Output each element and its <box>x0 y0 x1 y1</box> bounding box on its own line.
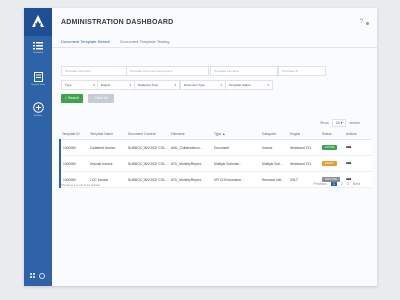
table-row[interactable]: 1000060 Collateral Invoice SUBDOC_INVOIC… <box>59 139 372 156</box>
cell-filename: ATU_MonthlyReport... <box>169 155 212 172</box>
column-header[interactable]: Filename <box>169 129 212 140</box>
page-size-select[interactable]: 10 ▾ <box>331 119 347 127</box>
tab-divider <box>52 47 377 48</box>
cell-template-name: Deposit Invoice <box>88 155 126 172</box>
page-link[interactable]: 3 <box>347 182 349 186</box>
show-label: Show <box>320 121 329 125</box>
list-icon <box>33 42 43 50</box>
page-title: ADMINISTRATION DASHBOARD <box>61 19 174 26</box>
help-icon[interactable]: ? <box>360 19 363 25</box>
chevron-down-icon: ▾ <box>93 83 95 87</box>
cell-status: DRAFT <box>320 155 344 172</box>
template-filename-input[interactable]: Template Filename <box>210 66 278 76</box>
table-header-row: Template ID Template Name Document Conte… <box>60 129 372 140</box>
cell-engine: Windward V11 <box>288 155 320 172</box>
page-size-value: 10 <box>335 121 340 125</box>
cell-document-content: SUBDOC_INVOICE COL... <box>126 139 169 156</box>
status-badge: ACTIVE <box>322 145 338 150</box>
search-button[interactable]: ⌕Search <box>61 94 83 103</box>
template-status-select-value: Template Status <box>229 83 251 87</box>
status-badge: DRAFT <box>322 161 337 166</box>
column-header[interactable]: Template ID <box>60 129 88 140</box>
page-link[interactable]: 2 <box>341 182 343 186</box>
cell-document-content: SUBDOC_INVOICE COL... <box>126 155 169 172</box>
search-icon: ⌕ <box>64 96 67 100</box>
cell-document-content: SUBDOC_INVOICE COL... <box>126 171 169 188</box>
chevron-down-icon: ▾ <box>220 83 222 87</box>
column-header[interactable]: Datapoint <box>260 129 288 140</box>
sidebar: Dashboard Template Tester Add New <box>24 8 52 286</box>
template-status-select[interactable]: Template Status ▾ <box>225 80 273 90</box>
template-id-version-input[interactable]: Template Id/Version <box>61 66 127 76</box>
datapoint-type-select-value: Datapoint Type <box>138 83 159 87</box>
template-description-input[interactable]: Template Document Description <box>126 66 209 76</box>
engine-select[interactable]: Engine ▾ <box>97 80 135 90</box>
type-select[interactable]: Type ▾ <box>61 80 99 90</box>
datapoint-type-select[interactable]: Datapoint Type ▾ <box>134 80 180 90</box>
column-header-sorted[interactable]: Type ▲ <box>212 129 260 140</box>
gear-icon[interactable] <box>39 273 45 279</box>
sidebar-item-template-tester[interactable]: Template Tester <box>24 72 52 87</box>
sidebar-item-add-new[interactable]: Add New <box>24 102 52 118</box>
cell-datapoint: Renewal Lett... <box>260 171 288 188</box>
logo-icon <box>32 15 44 27</box>
user-avatar-icon[interactable] <box>366 22 369 25</box>
app-window: Dashboard Template Tester Add New ADMINI… <box>24 8 377 286</box>
page-link-current[interactable]: 1 <box>330 182 337 186</box>
cell-template-name: Collateral Invoice <box>88 139 126 156</box>
column-header[interactable]: Document Content <box>126 129 169 140</box>
page-size-control: Show 10 ▾ entries <box>320 119 360 127</box>
cell-actions: ••• <box>344 139 372 156</box>
more-actions-icon[interactable]: ••• <box>346 161 351 167</box>
cell-actions: ••• <box>344 155 372 172</box>
cell-template-id: 1000060 <box>59 139 88 156</box>
cell-type: Document <box>212 139 260 156</box>
column-header: Actions <box>344 129 372 140</box>
chevron-down-icon: ▾ <box>129 83 131 87</box>
main-content: ADMINISTRATION DASHBOARD ? Document Temp… <box>52 8 377 286</box>
table-row[interactable]: 1000060 Deposit Invoice SUBDOC_INVOICE C… <box>59 155 372 172</box>
cell-type: VFI Gl Endorseme... <box>212 171 260 188</box>
add-icon <box>32 102 44 113</box>
chevron-down-icon: ▾ <box>267 83 269 87</box>
cell-filename: AML_CollateralInvo... <box>169 139 212 156</box>
document-type-select[interactable]: Document Type ▾ <box>180 80 226 90</box>
entries-label: entries <box>349 121 360 125</box>
cell-engine: Windward V11 <box>288 139 320 156</box>
apps-grid-icon[interactable] <box>30 273 35 278</box>
engine-select-value: Engine <box>101 83 111 87</box>
logo[interactable] <box>24 8 52 36</box>
sidebar-item-label: Dashboard <box>33 52 43 54</box>
chevron-down-icon: ▾ <box>174 83 176 87</box>
previous-page-link[interactable]: Previous <box>313 182 327 186</box>
template-id-input[interactable]: Template ID <box>278 66 326 76</box>
pagination: Previous 1 2 3 Next <box>313 182 360 186</box>
sidebar-item-dashboard[interactable]: Dashboard <box>24 42 52 55</box>
cell-datapoint: Multiple Sub... <box>260 155 288 172</box>
cell-datapoint: Invoice <box>260 139 288 156</box>
column-header-label: Type <box>214 132 222 136</box>
sort-ascending-icon: ▲ <box>222 132 226 136</box>
clear-all-button[interactable]: Clear All <box>88 94 114 103</box>
more-actions-icon[interactable]: ••• <box>346 145 351 151</box>
entries-summary: Showing 1 to 10 of 12 entries <box>61 183 100 187</box>
document-type-select-value: Document Type <box>184 83 205 87</box>
cell-filename: ATU_MonthlyReport... <box>169 171 212 188</box>
column-header[interactable]: Status <box>320 129 344 140</box>
column-header[interactable]: Engine <box>288 129 320 140</box>
templates-table: Template ID Template Name Document Conte… <box>59 129 372 188</box>
type-select-value: Type <box>65 83 72 87</box>
cell-type: Multiple Submiss... <box>212 155 260 172</box>
cell-status: ACTIVE <box>320 139 344 156</box>
search-button-label: Search <box>67 96 80 100</box>
sidebar-item-label: Add New <box>33 115 43 117</box>
column-header[interactable]: Template Name <box>88 129 126 140</box>
cell-template-id: 1000060 <box>59 155 88 172</box>
next-page-link[interactable]: Next <box>353 182 360 186</box>
template-icon <box>33 72 43 82</box>
sidebar-item-label: Template Tester <box>30 84 46 86</box>
